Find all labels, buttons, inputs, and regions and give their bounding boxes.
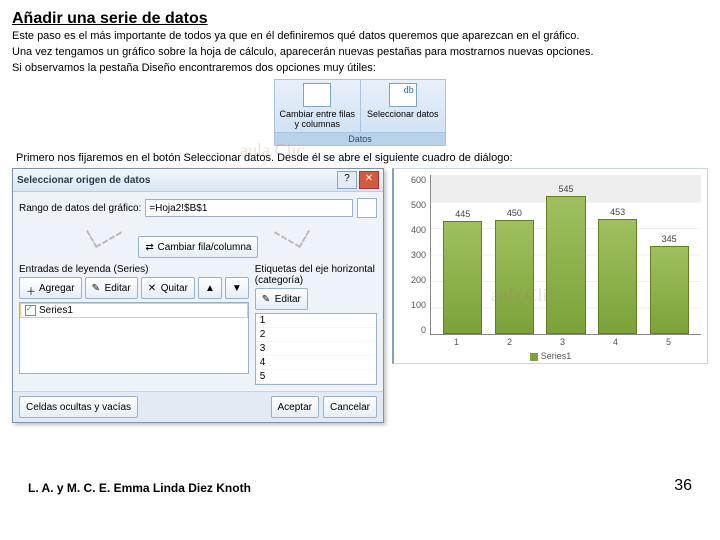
- bar-value-label: 445: [455, 209, 470, 219]
- y-tick: 200: [400, 275, 426, 285]
- switch-row-col-dialog-button[interactable]: ⇄ Cambiar fila/columna: [138, 236, 259, 258]
- range-label: Rango de datos del gráfico:: [19, 203, 141, 214]
- legend-label: Series1: [541, 351, 572, 361]
- range-picker-button[interactable]: [357, 198, 377, 218]
- chart-legend: Series1: [400, 351, 701, 361]
- dialog-title: Seleccionar origen de datos: [17, 175, 335, 186]
- select-data-label: Seleccionar datos: [367, 109, 439, 119]
- page-footer: L. A. y M. C. E. Emma Linda Diez Knoth 3…: [12, 477, 708, 495]
- watermark: aula Clic: [240, 140, 304, 161]
- page-title: Añadir una serie de datos: [12, 10, 708, 28]
- list-item[interactable]: 5: [256, 370, 376, 384]
- intro-line-1: Este paso es el más importante de todos …: [12, 30, 708, 44]
- add-series-button[interactable]: ＋Agregar: [19, 277, 82, 299]
- list-item[interactable]: 3: [256, 342, 376, 356]
- dialog-titlebar: Seleccionar origen de datos ? ✕: [13, 169, 383, 192]
- mid-text: Primero nos fijaremos en el botón Selecc…: [16, 152, 708, 164]
- pencil-icon: ✎: [92, 283, 102, 293]
- close-button[interactable]: ✕: [359, 171, 379, 189]
- list-item[interactable]: 4: [256, 356, 376, 370]
- intro-line-3: Si observamos la pestaña Diseño encontra…: [12, 62, 708, 76]
- switch-label: Cambiar entre filas y columnas: [277, 109, 358, 129]
- bar: 453: [594, 207, 640, 334]
- bar: 545: [543, 184, 589, 334]
- y-tick: 600: [400, 175, 426, 185]
- select-data-dialog: Seleccionar origen de datos ? ✕ Rango de…: [12, 168, 384, 423]
- bar-rect: [443, 221, 482, 334]
- bar-value-label: 453: [610, 207, 625, 217]
- x-tick: 3: [560, 337, 565, 347]
- list-item[interactable]: Series1: [20, 303, 248, 318]
- y-tick: 300: [400, 250, 426, 260]
- bar-rect: [495, 220, 534, 335]
- plus-icon: ＋: [26, 283, 36, 293]
- legend-swatch: [530, 353, 538, 361]
- edit-series-button[interactable]: ✎Editar: [85, 277, 138, 299]
- bar-value-label: 545: [558, 184, 573, 194]
- plot-area: aula Clic 445 450 545 453 345: [430, 175, 701, 335]
- page-number: 36: [674, 477, 692, 495]
- bar-rect: [598, 219, 637, 334]
- ribbon-datos-group: Cambiar entre filas y columnas Seleccion…: [274, 79, 446, 146]
- author-credit: L. A. y M. C. E. Emma Linda Diez Knoth: [28, 481, 251, 495]
- y-tick: 500: [400, 200, 426, 210]
- checkbox-icon: [25, 305, 36, 316]
- x-tick: 1: [454, 337, 459, 347]
- range-input[interactable]: [145, 199, 353, 217]
- y-tick: 0: [400, 325, 426, 335]
- axis-labels-label: Etiquetas del eje horizontal (categoría): [255, 264, 377, 286]
- arrow-decoration: [274, 216, 310, 248]
- bar-value-label: 450: [507, 208, 522, 218]
- move-up-button[interactable]: ▲: [198, 277, 222, 299]
- x-tick: 2: [507, 337, 512, 347]
- y-tick: 400: [400, 225, 426, 235]
- bar-rect: [650, 246, 689, 334]
- list-item[interactable]: 2: [256, 328, 376, 342]
- x-icon: ✕: [148, 283, 158, 293]
- list-item[interactable]: 1: [256, 314, 376, 328]
- bar: 450: [491, 208, 537, 335]
- bar-chart: 0100200300400500600 aula Clic 4454505454…: [392, 168, 708, 364]
- intro-block: Este paso es el más importante de todos …: [12, 30, 708, 75]
- y-axis: 0 100 200 300 400 500 600: [400, 175, 430, 335]
- select-data-icon: [389, 83, 417, 107]
- select-data-button[interactable]: Seleccionar datos: [361, 80, 446, 132]
- remove-series-button[interactable]: ✕Quitar: [141, 277, 195, 299]
- hidden-cells-button[interactable]: Celdas ocultas y vacías: [19, 396, 138, 418]
- move-down-button[interactable]: ▼: [225, 277, 249, 299]
- cancel-button[interactable]: Cancelar: [323, 396, 377, 418]
- help-button[interactable]: ?: [337, 171, 357, 189]
- switch-row-col-button[interactable]: Cambiar entre filas y columnas: [275, 80, 361, 132]
- bar-value-label: 345: [662, 234, 677, 244]
- intro-line-2: Una vez tengamos un gráfico sobre la hoj…: [12, 46, 708, 60]
- switch-icon: ⇄: [145, 242, 155, 252]
- x-axis: 1 2 3 4 5: [400, 335, 701, 347]
- watermark: aula Clic: [491, 285, 555, 306]
- axis-listbox[interactable]: 12345: [255, 313, 377, 385]
- bar-rect: [546, 196, 585, 334]
- edit-axis-button[interactable]: ✎Editar: [255, 288, 308, 310]
- arrow-decoration: [86, 216, 122, 248]
- legend-entries-label: Entradas de leyenda (Series): [19, 264, 249, 275]
- x-tick: 5: [666, 337, 671, 347]
- y-tick: 100: [400, 300, 426, 310]
- x-tick: 4: [613, 337, 618, 347]
- series-listbox[interactable]: Series1: [19, 302, 249, 374]
- ok-button[interactable]: Aceptar: [271, 396, 319, 418]
- bar: 445: [440, 209, 486, 334]
- switch-icon: [303, 83, 331, 107]
- bar: 345: [646, 234, 692, 334]
- pencil-icon: ✎: [262, 294, 272, 304]
